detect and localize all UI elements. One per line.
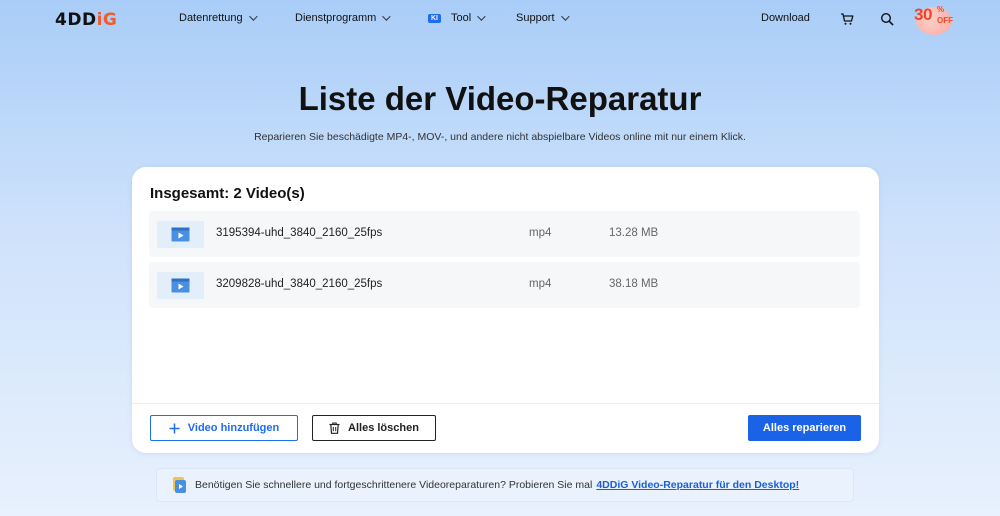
brand-logo[interactable]: 4DDiG	[55, 10, 117, 30]
video-list-card: Insgesamt: 2 Video(s) 3195394-uhd_3840_2…	[132, 167, 879, 453]
logo-accent-text: iG	[96, 10, 118, 30]
promo-percent: 30	[914, 5, 932, 24]
desktop-app-link[interactable]: 4DDiG Video-Reparatur für den Desktop!	[596, 479, 799, 491]
video-file-size: 13.28 MB	[609, 227, 659, 239]
ki-badge: KI	[428, 13, 441, 23]
cart-icon[interactable]	[840, 12, 854, 26]
logo-text: 4DD	[55, 10, 97, 30]
nav-item-dienstprogramm[interactable]: Dienstprogramm	[295, 12, 391, 24]
promo-off: OFF	[937, 16, 953, 25]
chevron-down-icon	[382, 12, 391, 21]
nav-item-label: Support	[516, 12, 555, 24]
clear-all-button[interactable]: Alles löschen	[312, 415, 436, 441]
video-row[interactable]: 3209828-uhd_3840_2160_25fps mp4 38.18 MB	[149, 262, 860, 308]
video-file-size: 38.18 MB	[609, 278, 659, 290]
chevron-down-icon	[477, 12, 486, 21]
card-divider	[132, 403, 879, 404]
promo-percent-symbol: %	[937, 5, 945, 14]
chevron-down-icon	[248, 12, 258, 21]
discount-promo-badge[interactable]: 30 % OFF	[912, 3, 956, 35]
video-file-name: 3195394-uhd_3840_2160_25fps	[216, 227, 383, 239]
search-icon[interactable]	[880, 12, 894, 26]
nav-item-tool[interactable]: KI Tool	[428, 12, 486, 24]
video-file-type: mp4	[529, 278, 552, 290]
video-thumbnail	[157, 272, 204, 299]
add-video-label: Video hinzufügen	[187, 422, 280, 434]
plus-icon	[169, 423, 180, 433]
video-file-icon	[171, 227, 190, 242]
trash-icon	[329, 422, 340, 434]
repair-all-button[interactable]: Alles reparieren	[748, 415, 861, 441]
video-row[interactable]: 3195394-uhd_3840_2160_25fps mp4 13.28 MB	[149, 211, 860, 257]
nav-item-label: Dienstprogramm	[295, 12, 377, 24]
nav-item-datenrettung[interactable]: Datenrettung	[179, 12, 258, 24]
video-file-type: mp4	[529, 227, 552, 239]
page-subtitle: Reparieren Sie beschädigte MP4-, MOV-, u…	[254, 131, 746, 143]
nav-item-support[interactable]: Support	[516, 12, 570, 24]
clear-all-label: Alles löschen	[348, 422, 419, 434]
video-file-icon	[171, 278, 190, 293]
video-count-heading: Insgesamt: 2 Video(s)	[150, 185, 305, 202]
desktop-app-icon	[173, 477, 186, 493]
nav-item-label: Datenrettung	[179, 12, 243, 24]
video-file-name: 3209828-uhd_3840_2160_25fps	[216, 278, 383, 290]
video-thumbnail	[157, 221, 204, 248]
chevron-down-icon	[560, 12, 570, 21]
nav-item-label: Tool	[451, 12, 472, 24]
page-title: Liste der Video-Reparatur	[298, 80, 702, 117]
desktop-upgrade-hint: Benötigen Sie schnellere und fortgeschri…	[156, 468, 854, 502]
hint-text: Benötigen Sie schnellere und fortgeschri…	[195, 479, 593, 491]
download-link[interactable]: Download	[761, 12, 810, 24]
add-video-button[interactable]: Video hinzufügen	[150, 415, 298, 441]
top-navigation: 4DDiG Datenrettung Dienstprogramm KI Too…	[0, 0, 1000, 38]
